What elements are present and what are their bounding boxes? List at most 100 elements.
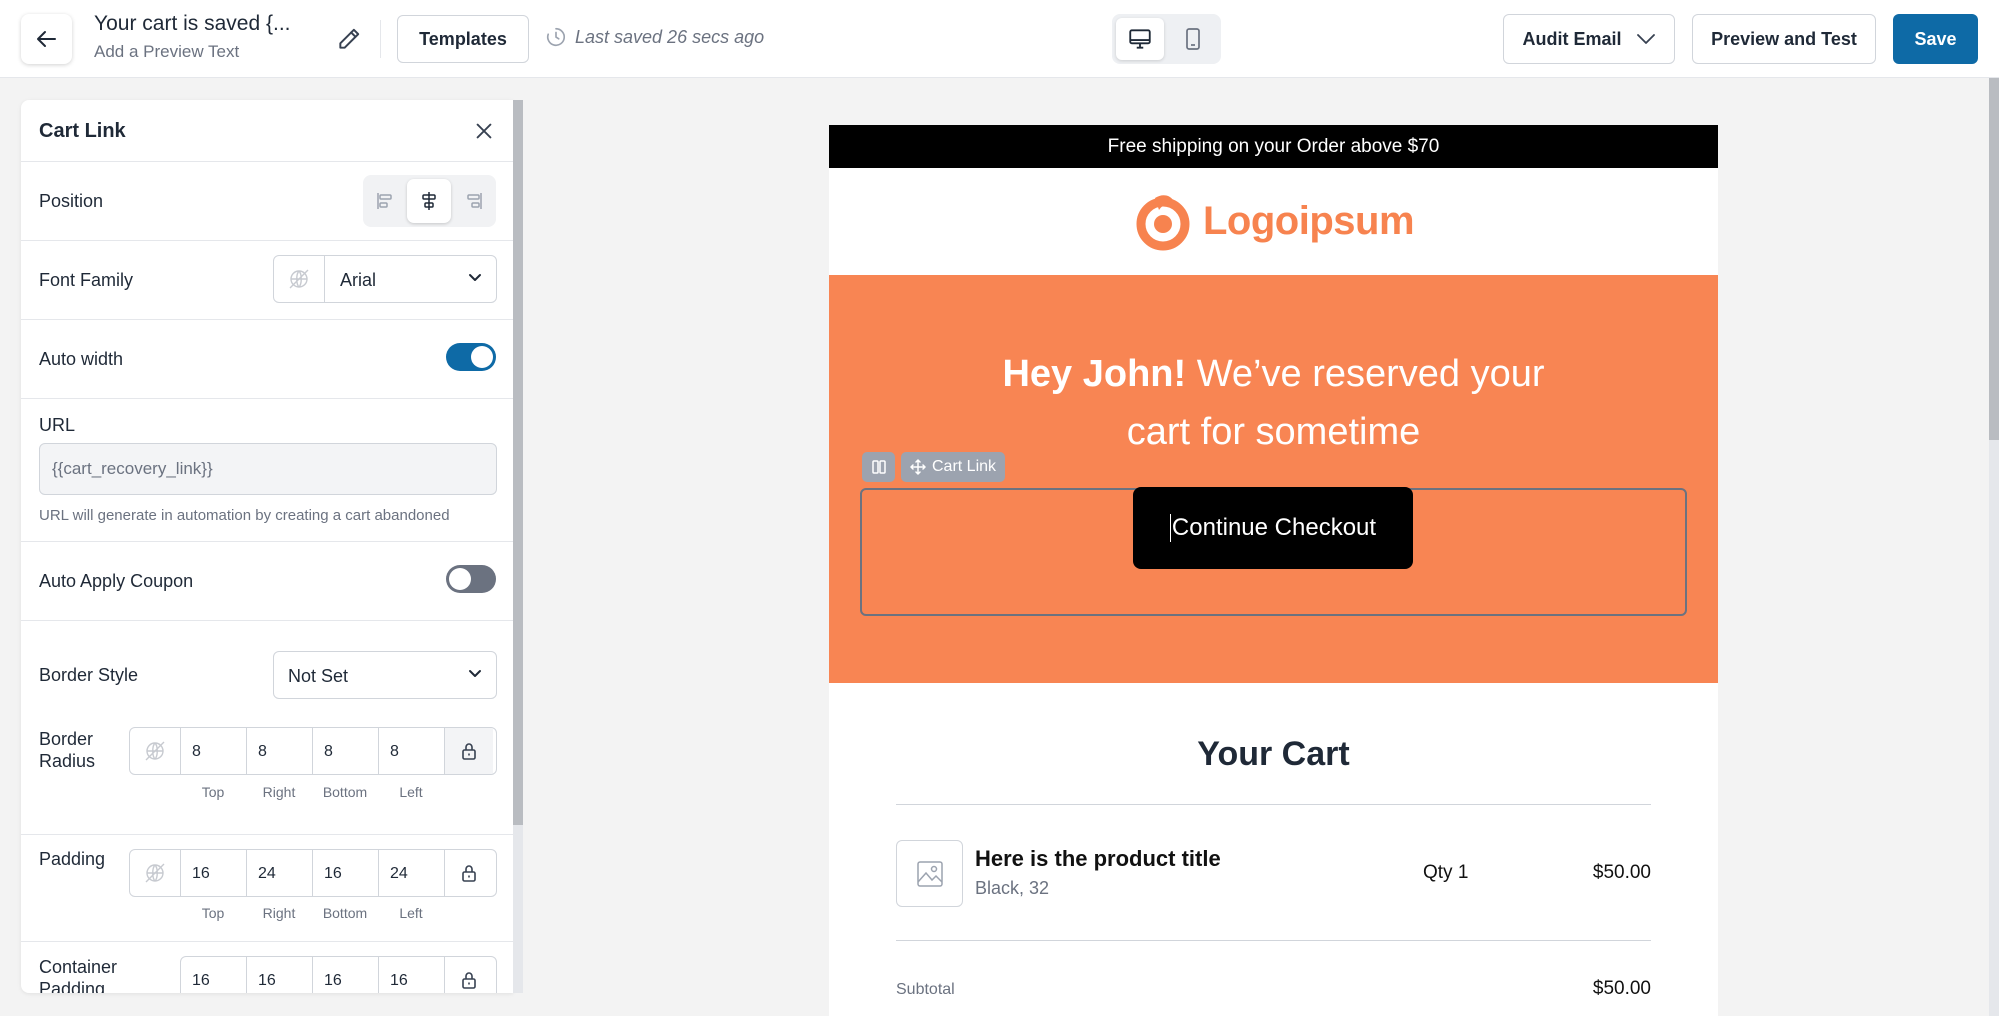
- url-input[interactable]: {{cart_recovery_link}}: [39, 443, 497, 495]
- border-radius-inputs: 8 8 8 8: [129, 727, 497, 775]
- align-center-button[interactable]: [407, 179, 451, 223]
- chevron-down-icon: [1636, 34, 1655, 44]
- position-label: Position: [39, 191, 104, 211]
- font-family-select[interactable]: Arial: [273, 255, 497, 303]
- border-radius-bottom-input[interactable]: 8: [313, 728, 379, 774]
- hero-heading-bold: Hey John!: [1002, 353, 1187, 395]
- font-family-value: Arial: [340, 270, 377, 290]
- global-style-toggle[interactable]: [130, 850, 181, 896]
- audit-email-dropdown[interactable]: Audit Email: [1503, 14, 1675, 64]
- padding-bottom-input[interactable]: 16: [313, 850, 379, 896]
- global-style-toggle[interactable]: [130, 728, 181, 774]
- border-radius-left-input[interactable]: 8: [379, 728, 445, 774]
- padding-row: Padding 16 24 16 24 Top Right Bottom Lef…: [21, 835, 513, 942]
- side-label-bottom: Bottom: [322, 784, 368, 800]
- container-padding-right-input[interactable]: 16: [247, 957, 313, 993]
- auto-coupon-label: Auto Apply Coupon: [39, 571, 194, 591]
- link-values-button[interactable]: [445, 728, 493, 774]
- email-canvas: Free shipping on your Order above $70 Lo…: [829, 125, 1718, 1016]
- clock-history-icon: [546, 27, 566, 47]
- preview-text-link[interactable]: Add a Preview Text: [94, 42, 239, 62]
- padding-right-input[interactable]: 24: [247, 850, 313, 896]
- panel-title: Cart Link: [39, 120, 126, 142]
- link-values-button[interactable]: [445, 850, 493, 896]
- product-price: $50.00: [1592, 862, 1651, 883]
- logo-text: Logoipsum: [1202, 199, 1415, 243]
- position-row: Position: [21, 162, 513, 241]
- side-label-top: Top: [201, 905, 225, 921]
- back-button[interactable]: [21, 14, 72, 64]
- globe-off-icon: [289, 269, 309, 289]
- product-qty: Qty 1: [1423, 862, 1469, 883]
- drag-handle[interactable]: Cart Link: [901, 452, 1006, 482]
- padding-top-input[interactable]: 16: [181, 850, 247, 896]
- container-padding-row: Container Padding 16 16 16 16: [21, 942, 513, 993]
- url-row: URL {{cart_recovery_link}} URL will gene…: [21, 399, 513, 542]
- product-image: [896, 840, 963, 907]
- border-style-label: Border Style: [39, 665, 139, 685]
- container-padding-label-line1: Container: [39, 957, 118, 977]
- panel-header: Cart Link: [21, 100, 513, 162]
- border-radius-right-input[interactable]: 8: [247, 728, 313, 774]
- auto-width-label: Auto width: [39, 349, 124, 369]
- global-style-toggle[interactable]: [274, 256, 325, 302]
- hero-heading-line1: Hey John! We’ve reserved your: [829, 345, 1718, 403]
- columns-button[interactable]: [862, 452, 895, 482]
- announcement-bar[interactable]: Free shipping on your Order above $70: [829, 125, 1718, 168]
- align-left-icon: [377, 193, 392, 209]
- mobile-view-button[interactable]: [1169, 18, 1217, 60]
- toggle-knob: [471, 346, 493, 368]
- save-status: Last saved 26 secs ago: [545, 26, 764, 48]
- image-placeholder-icon: [916, 860, 943, 887]
- desktop-view-button[interactable]: [1116, 18, 1164, 60]
- container-padding-label-line2: Padding: [39, 979, 106, 993]
- padding-inputs: 16 24 16 24: [129, 849, 497, 897]
- globe-off-icon: [145, 741, 165, 761]
- align-right-icon: [467, 193, 482, 209]
- auto-coupon-toggle[interactable]: [446, 565, 496, 593]
- hero-section[interactable]: Hey John! We’ve reserved your cart for s…: [829, 275, 1718, 683]
- close-icon[interactable]: [473, 120, 495, 142]
- align-center-icon: [422, 192, 436, 210]
- toggle-knob: [449, 568, 471, 590]
- border-radius-label: Border Radius: [39, 728, 95, 772]
- container-padding-top-input[interactable]: 16: [181, 957, 247, 993]
- auto-width-row: Auto width: [21, 320, 513, 399]
- border-radius-top-input[interactable]: 8: [181, 728, 247, 774]
- hero-heading[interactable]: Hey John! We’ve reserved your cart for s…: [829, 345, 1718, 461]
- audit-email-label: Audit Email: [1522, 28, 1622, 49]
- padding-label: Padding: [39, 849, 106, 869]
- auto-coupon-row: Auto Apply Coupon: [21, 542, 513, 621]
- pencil-icon[interactable]: [336, 26, 362, 52]
- link-values-button[interactable]: [445, 957, 493, 993]
- container-padding-left-input[interactable]: 16: [379, 957, 445, 993]
- side-label-bottom: Bottom: [322, 905, 368, 921]
- font-family-row: Font Family Arial: [21, 241, 513, 320]
- lock-icon: [462, 743, 476, 760]
- side-label-left: Left: [399, 905, 423, 921]
- align-left-button[interactable]: [363, 179, 407, 223]
- canvas-scrollbar-thumb[interactable]: [1989, 78, 1999, 440]
- panel-scrollbar-thumb[interactable]: [513, 100, 523, 825]
- templates-button[interactable]: Templates: [397, 15, 529, 63]
- product-title: Here is the product title: [975, 846, 1221, 871]
- preview-and-test-button[interactable]: Preview and Test: [1692, 14, 1876, 64]
- desktop-icon: [1129, 29, 1151, 49]
- side-label-left: Left: [399, 784, 423, 800]
- email-title[interactable]: Your cart is saved {...: [94, 12, 291, 36]
- container-padding-inputs: 16 16 16 16: [180, 956, 497, 993]
- align-right-button[interactable]: [452, 179, 496, 223]
- logo-block[interactable]: Logoipsum: [829, 168, 1718, 275]
- padding-left-input[interactable]: 24: [379, 850, 445, 896]
- continue-checkout-label: Continue Checkout: [1171, 514, 1377, 541]
- continue-checkout-button[interactable]: Continue Checkout: [1133, 487, 1413, 569]
- border-row: Border Style Not Set Border Radius 8 8 8…: [21, 621, 513, 835]
- columns-icon: [871, 460, 886, 474]
- cart-title: Your Cart: [1197, 735, 1350, 773]
- save-button[interactable]: Save: [1893, 14, 1978, 64]
- url-help-text: URL will generate in automation by creat…: [39, 507, 450, 524]
- border-style-select[interactable]: Not Set: [273, 651, 497, 699]
- side-label-right: Right: [262, 784, 296, 800]
- container-padding-bottom-input[interactable]: 16: [313, 957, 379, 993]
- auto-width-toggle[interactable]: [446, 343, 496, 371]
